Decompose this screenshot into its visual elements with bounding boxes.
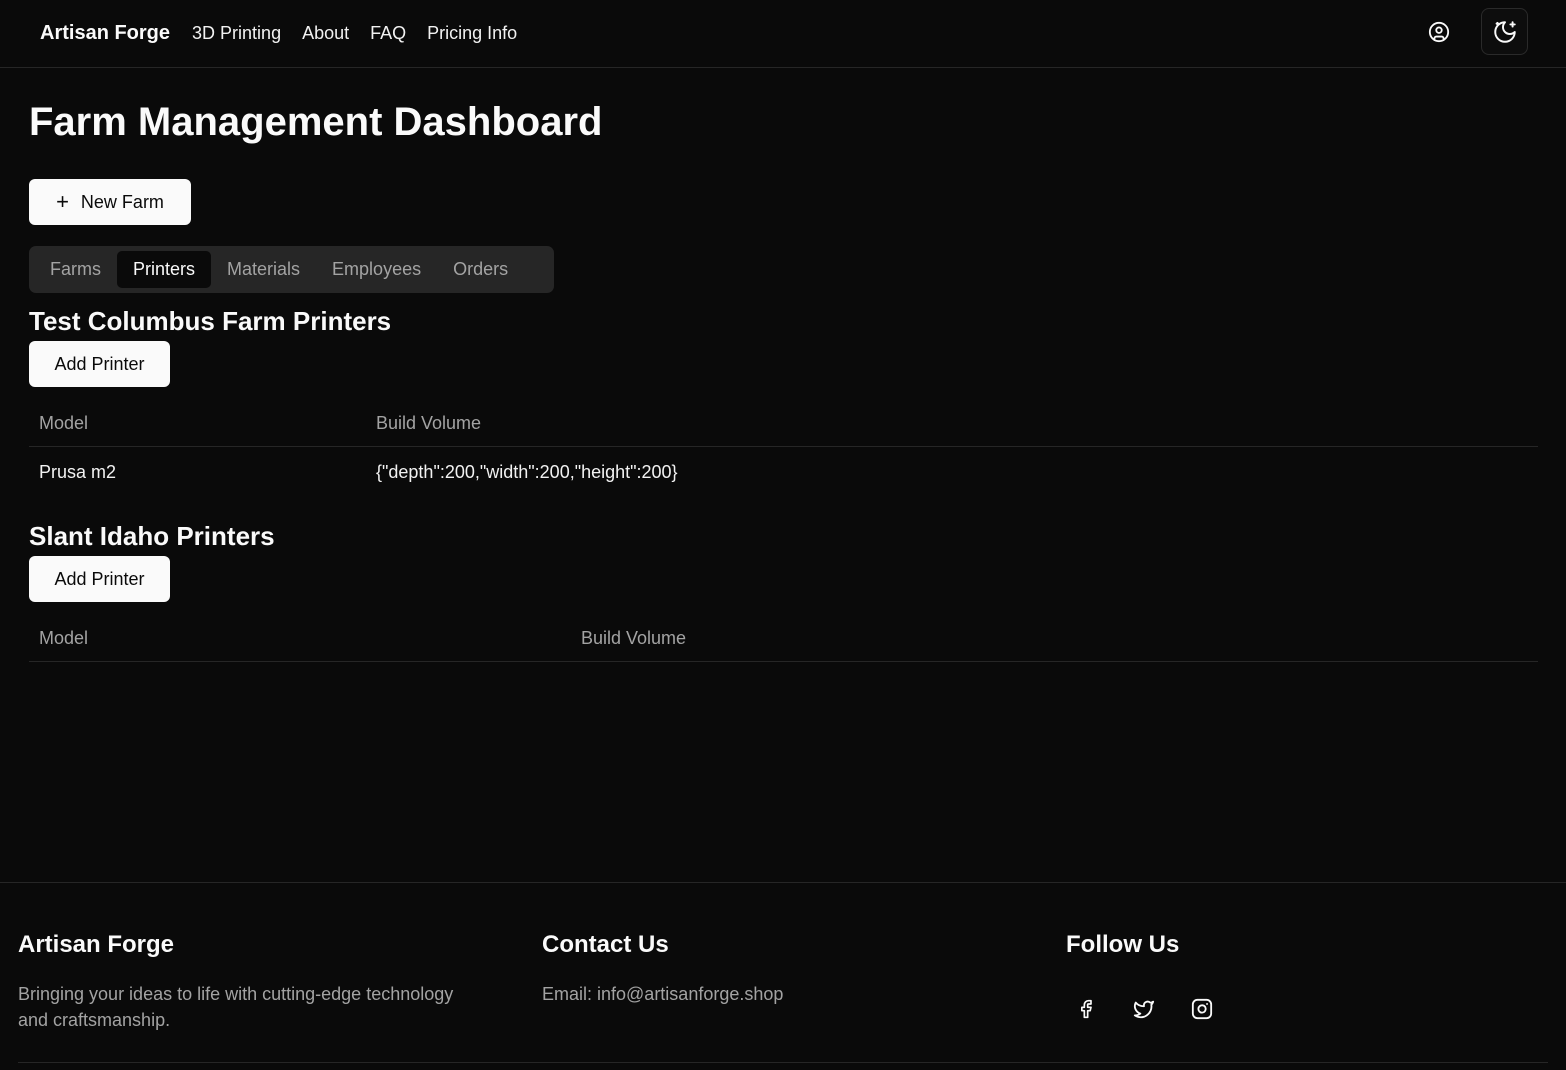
contact-heading: Contact Us [542,931,669,958]
theme-toggle-button[interactable] [1481,8,1528,55]
add-printer-button-columbus[interactable]: Add Printer [29,341,170,387]
twitter-icon [1133,1000,1155,1019]
column-header-model: Model [39,413,89,433]
tab-printers[interactable]: Printers [117,251,212,288]
printers-table-slant-idaho: Model Build Volume [29,616,1538,662]
user-circle-icon [1428,21,1450,42]
cell-model: Prusa m2 [39,461,117,482]
instagram-link[interactable] [1182,989,1222,1029]
nav-link-pricing-info[interactable]: Pricing Info [427,23,517,44]
section-title-slant-idaho: Slant Idaho Printers [29,521,275,551]
tab-orders[interactable]: Orders [437,251,524,288]
moon-stars-icon [1493,20,1516,43]
table-row[interactable]: Prusa m2 {"depth":200,"width":200,"heigh… [29,447,1538,497]
cell-build-volume: {"depth":200,"width":200,"height":200} [376,461,678,482]
footer-brand-heading: Artisan Forge [18,931,175,958]
footer-divider [18,1062,1548,1063]
footer: Artisan Forge Bringing your ideas to lif… [0,882,1566,1070]
top-navbar: Artisan Forge 3D Printing About FAQ Pric… [0,0,1566,68]
column-header-build-volume: Build Volume [376,413,482,433]
section-title-columbus: Test Columbus Farm Printers [29,306,392,336]
follow-heading: Follow Us [1066,931,1180,958]
column-header-model: Model [39,628,89,648]
footer-tagline-line2: and craftsmanship. [18,1010,171,1030]
column-header-build-volume: Build Volume [581,628,687,648]
new-farm-button[interactable]: + New Farm [29,179,191,225]
page-title: Farm Management Dashboard [29,100,603,144]
plus-icon: + [56,189,69,214]
tab-farms[interactable]: Farms [34,251,117,288]
printers-table-columbus: Model Build Volume Prusa m2 {"depth":200… [29,401,1538,497]
header-actions [1419,8,1528,55]
social-links [1066,989,1240,1029]
footer-contact: Contact Us Email: info@artisanforge.shop [542,931,783,1007]
nav-link-about[interactable]: About [302,23,349,44]
table-header: Model Build Volume [29,401,1538,447]
contact-email[interactable]: Email: info@artisanforge.shop [542,981,783,1007]
dashboard-tabs: Farms Printers Materials Employees Order… [29,246,554,293]
footer-tagline: Bringing your ideas to life with cutting… [18,981,453,1033]
instagram-icon [1191,998,1213,1020]
add-printer-button-slant-idaho[interactable]: Add Printer [29,556,170,602]
facebook-link[interactable] [1066,989,1106,1029]
brand-logo-text[interactable]: Artisan Forge [40,22,170,45]
twitter-link[interactable] [1124,989,1164,1029]
nav-link-faq[interactable]: FAQ [370,23,406,44]
new-farm-label: New Farm [80,191,164,212]
user-account-button[interactable] [1419,9,1459,55]
footer-about: Artisan Forge Bringing your ideas to lif… [18,931,453,1033]
footer-follow: Follow Us [1066,931,1240,1029]
footer-tagline-line1: Bringing your ideas to life with cutting… [18,984,454,1004]
page: Artisan Forge 3D Printing About FAQ Pric… [0,0,1566,1070]
tab-employees[interactable]: Employees [316,251,437,288]
tab-materials[interactable]: Materials [211,251,316,288]
nav-link-3d-printing[interactable]: 3D Printing [192,23,281,44]
facebook-icon [1081,999,1092,1019]
table-header: Model Build Volume [29,616,1538,662]
